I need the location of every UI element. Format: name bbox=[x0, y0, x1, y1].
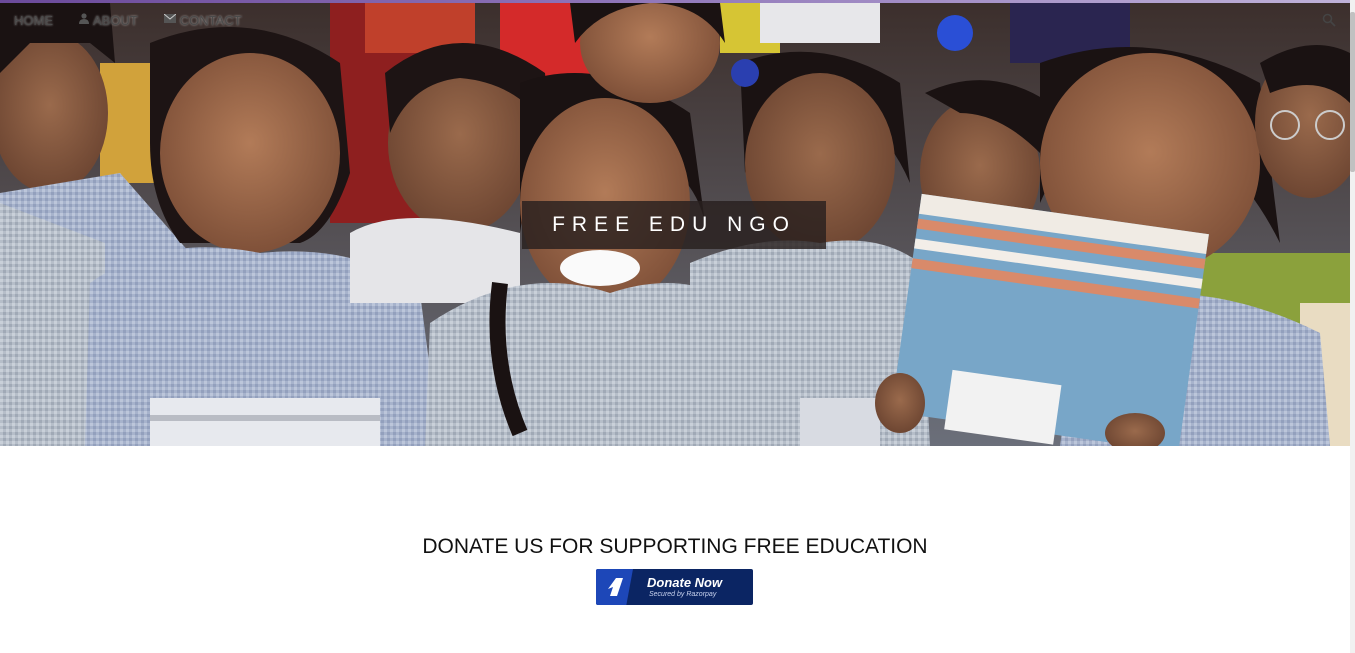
donate-now-button[interactable]: Donate Now Secured by Razorpay bbox=[596, 569, 753, 605]
donate-heading: DONATE US FOR SUPPORTING FREE EDUCATION bbox=[422, 535, 928, 558]
donate-button-text: Donate Now Secured by Razorpay bbox=[647, 576, 722, 598]
nav-home[interactable]: HOME bbox=[0, 13, 53, 28]
top-nav: HOME ABOUT CONTACT bbox=[0, 3, 1350, 37]
user-icon bbox=[79, 13, 89, 27]
nav-about-label: ABOUT bbox=[93, 12, 138, 28]
nav-home-label: HOME bbox=[14, 12, 53, 28]
scrollbar-thumb[interactable] bbox=[1350, 12, 1355, 172]
nav-contact[interactable]: CONTACT bbox=[150, 13, 242, 28]
donate-button-label: Donate Now bbox=[647, 575, 723, 590]
search-icon[interactable] bbox=[1322, 13, 1336, 27]
nav-contact-label: CONTACT bbox=[179, 12, 242, 28]
nav-about[interactable]: ABOUT bbox=[65, 13, 138, 28]
envelope-icon bbox=[163, 13, 177, 26]
donate-button-sublabel: Secured by Razorpay bbox=[649, 591, 717, 598]
vertical-scrollbar[interactable] bbox=[1350, 0, 1355, 653]
razorpay-logo-icon bbox=[596, 569, 633, 605]
hero-title: FREE EDU NGO bbox=[552, 213, 796, 236]
page: HOME ABOUT CONTACT FREE EDU NGO DONATE U… bbox=[0, 0, 1355, 653]
hero-title-box: FREE EDU NGO bbox=[522, 201, 826, 249]
